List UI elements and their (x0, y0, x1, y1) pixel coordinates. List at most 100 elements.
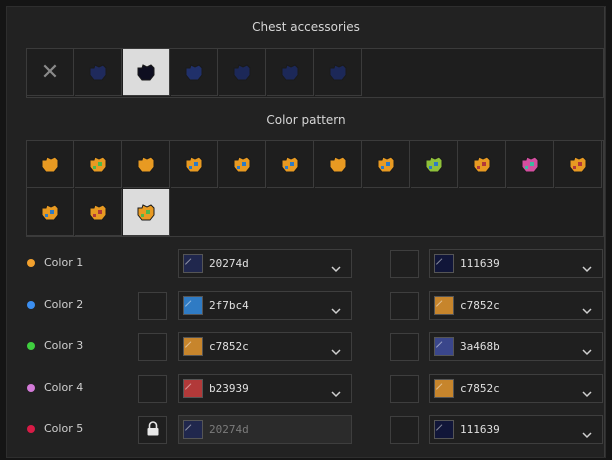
color-indicator-dot (27, 259, 35, 267)
lock-toggle[interactable] (390, 374, 419, 403)
pattern-option-12[interactable] (27, 189, 74, 236)
color-hex-value: c7852c (460, 298, 500, 312)
color-hex-value: 3a468b (460, 340, 500, 353)
accessory-icon (137, 64, 155, 81)
lock-toggle[interactable] (138, 333, 167, 361)
color-select[interactable]: 111639 (429, 415, 603, 444)
pattern-option-9[interactable] (459, 141, 506, 188)
pattern-option-1[interactable] (75, 141, 122, 188)
lock-toggle[interactable] (390, 291, 419, 320)
accessory-icon (89, 64, 107, 81)
color-swatch (434, 420, 454, 439)
color-hex-value: 2f7bc4 (209, 298, 249, 312)
customization-panel: Chest accessories ✕ Color pattern Color … (6, 6, 606, 458)
pattern-option-4[interactable] (219, 141, 266, 188)
color-row: Color 5 20274d 111639 (26, 415, 604, 445)
color-select[interactable]: 3a468b (429, 332, 603, 361)
pattern-icon (89, 156, 107, 173)
color-swatch (183, 420, 203, 439)
pattern-icon (425, 156, 443, 173)
color-indicator-dot (27, 425, 35, 433)
pattern-option-3[interactable] (171, 141, 218, 188)
pattern-option-11[interactable] (555, 141, 602, 188)
color-hex-value: 111639 (460, 423, 500, 436)
color-select[interactable]: c7852c (178, 332, 352, 361)
accessory-option-1[interactable] (75, 49, 122, 96)
pattern-icon (185, 156, 203, 173)
pattern-option-13[interactable] (75, 189, 122, 236)
pattern-icon (473, 156, 491, 173)
accessory-option-2[interactable] (123, 49, 170, 96)
accessories-title: Chest accessories (252, 20, 360, 34)
color-hex-value: 20274d (209, 423, 249, 436)
color-label: Color 4 (44, 380, 84, 394)
pattern-icon (41, 204, 59, 221)
pattern-icon (137, 204, 155, 221)
color-select[interactable]: c7852c (429, 290, 603, 320)
accessory-icon (329, 64, 347, 81)
pattern-icon (569, 156, 587, 173)
chevron-down-icon (582, 301, 592, 314)
color-indicator-dot (27, 383, 35, 392)
color-select[interactable]: b23939 (178, 373, 352, 403)
color-indicator-dot (27, 342, 35, 350)
color-swatch (183, 295, 203, 315)
color-swatch (434, 295, 454, 315)
color-select[interactable]: 20274d (178, 249, 352, 278)
lock-toggle[interactable] (138, 374, 167, 403)
color-label: Color 3 (44, 339, 84, 352)
color-swatch (183, 337, 203, 356)
pattern-icon (377, 156, 395, 173)
accessory-icon (281, 64, 299, 81)
lock-toggle[interactable] (390, 250, 419, 278)
lock-toggle[interactable] (138, 416, 167, 444)
lock-toggle[interactable] (138, 291, 167, 320)
pattern-option-14[interactable] (123, 189, 170, 236)
color-label: Color 1 (44, 256, 84, 269)
lock-toggle[interactable] (390, 333, 419, 361)
color-select[interactable]: c7852c (429, 373, 603, 403)
color-row: Color 1 20274d 111639 (26, 249, 604, 279)
accessory-option-4[interactable] (219, 49, 266, 96)
color-hex-value: 20274d (209, 257, 249, 270)
pattern-icon (521, 156, 539, 173)
pattern-option-2[interactable] (123, 141, 170, 188)
pattern-option-7[interactable] (363, 141, 410, 188)
chevron-down-icon (582, 259, 592, 273)
color-select[interactable]: 2f7bc4 (178, 290, 352, 320)
color-hex-value: c7852c (209, 340, 249, 353)
accessory-option-5[interactable] (267, 49, 314, 96)
color-select[interactable]: 111639 (429, 249, 603, 278)
pattern-option-0[interactable] (27, 141, 74, 188)
panel-edge (604, 7, 605, 457)
chevron-down-icon (582, 342, 592, 356)
color-hex-value: c7852c (460, 381, 500, 395)
pattern-option-8[interactable] (411, 141, 458, 188)
color-label: Color 2 (44, 297, 84, 311)
pattern-title: Color pattern (266, 113, 346, 127)
chevron-down-icon (582, 384, 592, 397)
color-indicator-dot (27, 300, 35, 309)
pattern-icon (137, 156, 155, 173)
chevron-down-icon (331, 342, 341, 356)
color-swatch (183, 254, 203, 273)
pattern-icon (281, 156, 299, 173)
accessory-option-3[interactable] (171, 49, 218, 96)
accessories-grid: ✕ (26, 48, 604, 98)
color-swatch (434, 254, 454, 273)
color-select: 20274d (178, 415, 352, 444)
pattern-icon (329, 156, 347, 173)
accessory-icon (233, 64, 251, 81)
close-icon: ✕ (40, 59, 60, 85)
lock-icon (146, 420, 160, 440)
pattern-option-6[interactable] (315, 141, 362, 188)
color-swatch (434, 337, 454, 356)
lock-toggle[interactable] (390, 416, 419, 444)
pattern-option-10[interactable] (507, 141, 554, 188)
chevron-down-icon (331, 384, 341, 397)
pattern-option-5[interactable] (267, 141, 314, 188)
accessory-option-0[interactable]: ✕ (27, 49, 74, 96)
chevron-down-icon (331, 301, 341, 314)
color-row: Color 3 c7852c 3a468b (26, 332, 604, 362)
accessory-option-6[interactable] (315, 49, 362, 96)
